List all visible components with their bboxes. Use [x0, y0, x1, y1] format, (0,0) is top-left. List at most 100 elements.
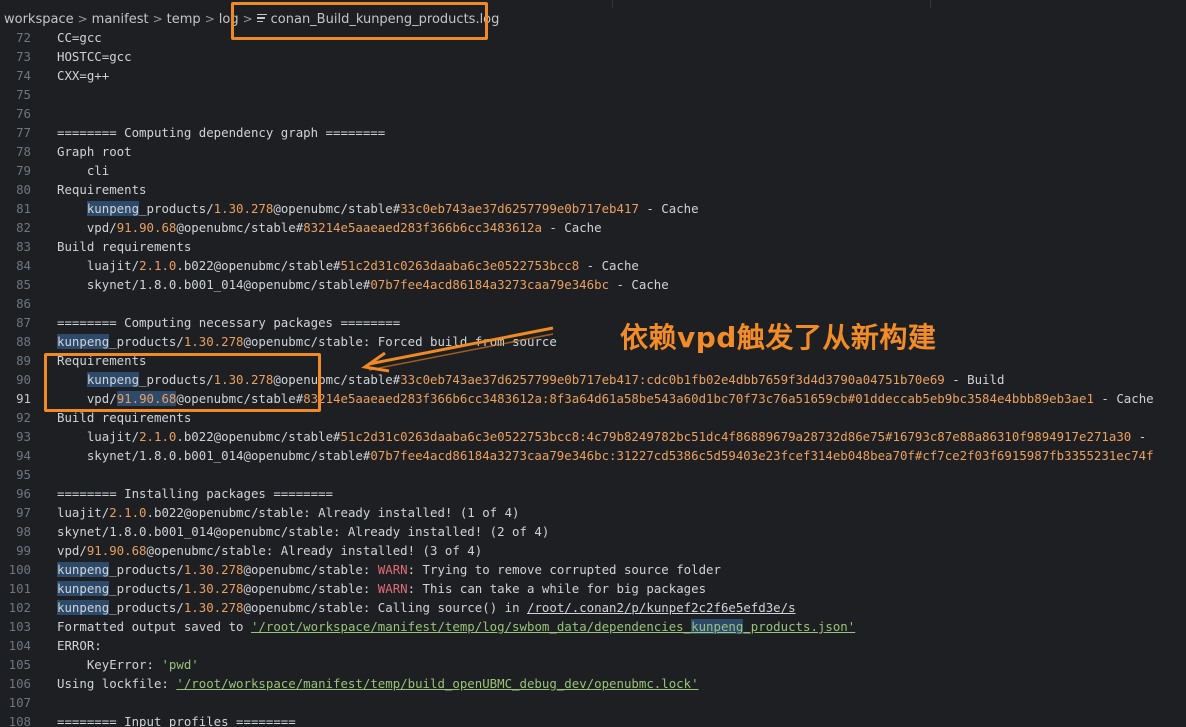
- code-token: '/root/workspace/manifest/temp/build_ope…: [176, 676, 699, 691]
- code-token: - Cache: [638, 201, 699, 216]
- code-line[interactable]: 81 kunpeng_products/1.30.278@openubmc/st…: [0, 199, 1186, 218]
- code-line[interactable]: 102 kunpeng_products/1.30.278@openubmc/st…: [0, 598, 1186, 617]
- breadcrumb-separator: >: [204, 12, 215, 26]
- line-text: luajit/2.1.0.b022@openubmc/stable#51c2d3…: [57, 427, 1146, 446]
- code-line[interactable]: 82 vpd/91.90.68@openubmc/stable#83214e5a…: [0, 218, 1186, 237]
- code-line[interactable]: 84 luajit/2.1.0.b022@openubmc/stable#51c…: [0, 256, 1186, 275]
- line-text: cli: [57, 161, 109, 180]
- code-line[interactable]: 75: [0, 85, 1186, 104]
- code-line[interactable]: 98 skynet/1.8.0.b001_014@openubmc/stable:…: [0, 522, 1186, 541]
- code-line[interactable]: 103 Formatted output saved to '/root/work…: [0, 617, 1186, 636]
- line-text: ======== Computing necessary packages ==…: [57, 313, 400, 332]
- annotation-arrow: [361, 326, 554, 373]
- line-number: 84: [16, 258, 31, 273]
- breadcrumb-workspace[interactable]: workspace: [4, 12, 74, 27]
- line-number: 108: [8, 714, 31, 727]
- code-token: @openubmc/stable#: [176, 220, 304, 235]
- code-line[interactable]: 93 luajit/2.1.0.b022@openubmc/stable#51c…: [0, 427, 1186, 446]
- line-number: 106: [8, 676, 31, 691]
- code-token: .b022@openubmc/stable: Already installed…: [146, 505, 520, 520]
- code-line[interactable]: 77 ======== Computing dependency graph ==…: [0, 123, 1186, 142]
- line-text: Formatted output saved to '/root/workspa…: [57, 617, 855, 636]
- breadcrumb-temp[interactable]: temp: [167, 12, 201, 27]
- code-line[interactable]: 87 ======== Computing necessary packages …: [0, 313, 1186, 332]
- code-token: ======== Computing dependency graph ====…: [57, 125, 386, 140]
- line-number: 79: [16, 163, 31, 178]
- code-token: vpd/: [57, 220, 117, 235]
- line-text: kunpeng_products/1.30.278@openubmc/stabl…: [57, 598, 796, 617]
- line-number: 94: [16, 448, 31, 463]
- file-name-highlight-box: [231, 2, 488, 40]
- code-line[interactable]: 104 ERROR:: [0, 636, 1186, 655]
- code-token: skynet/1.8.0.b001_014@openubmc/stable#: [57, 448, 371, 463]
- code-token: '/root/workspace/manifest/temp/log/swbom…: [250, 619, 692, 634]
- code-line[interactable]: 76: [0, 104, 1186, 123]
- line-number: 80: [16, 182, 31, 197]
- breadcrumb: workspace > manifest > temp > log > cona…: [0, 9, 1186, 29]
- code-token: 51c2d31c0263daaba6c3e0522753bcc8:4c79b82…: [340, 429, 1132, 444]
- code-token: CC=gcc: [57, 30, 102, 45]
- line-text: KeyError: 'pwd': [57, 655, 199, 674]
- code-token: .b022@openubmc/stable#: [176, 429, 341, 444]
- line-text: skynet/1.8.0.b001_014@openubmc/stable#07…: [57, 446, 1154, 465]
- line-number: 85: [16, 277, 31, 292]
- requirements-highlight-box: [44, 353, 321, 412]
- line-number: 107: [8, 695, 31, 710]
- code-token: 83214e5aaeaed283f366b6cc3483612a:8f3a64d…: [303, 391, 1094, 406]
- line-text: luajit/2.1.0.b022@openubmc/stable: Alrea…: [57, 503, 520, 522]
- code-line[interactable]: 72 CC=gcc: [0, 28, 1186, 47]
- code-line[interactable]: 80 Requirements: [0, 180, 1186, 199]
- code-token: - Cache: [1093, 391, 1154, 406]
- code-line[interactable]: 105 KeyError: 'pwd': [0, 655, 1186, 674]
- line-text: kunpeng_products/1.30.278@openubmc/stabl…: [57, 199, 699, 218]
- code-line[interactable]: 78 Graph root: [0, 142, 1186, 161]
- code-line[interactable]: 97 luajit/2.1.0.b022@openubmc/stable: Alr…: [0, 503, 1186, 522]
- code-line[interactable]: 99 vpd/91.90.68@openubmc/stable: Already …: [0, 541, 1186, 560]
- code-token: 1.30.278: [213, 201, 274, 216]
- code-token: Formatted output saved to: [57, 619, 251, 634]
- line-number: 103: [8, 619, 31, 634]
- code-line[interactable]: 106 Using lockfile: '/root/workspace/mani…: [0, 674, 1186, 693]
- code-token: kunpeng: [691, 619, 744, 634]
- line-text: ======== Input profiles ========: [57, 712, 296, 727]
- code-token: - Cache: [541, 220, 602, 235]
- line-text: Requirements: [57, 180, 147, 199]
- code-token: 91.90.68: [116, 220, 177, 235]
- code-line[interactable]: 100 kunpeng_products/1.30.278@openubmc/st…: [0, 560, 1186, 579]
- line-number: 97: [16, 505, 31, 520]
- line-number: 102: [8, 600, 31, 615]
- code-line[interactable]: 96 ======== Installing packages ========: [0, 484, 1186, 503]
- code-line[interactable]: 74 CXX=g++: [0, 66, 1186, 85]
- code-token: skynet/1.8.0.b001_014@openubmc/stable: A…: [57, 524, 550, 539]
- code-token: -: [1131, 429, 1147, 444]
- line-text: luajit/2.1.0.b022@openubmc/stable#51c2d3…: [57, 256, 639, 275]
- code-line[interactable]: 83 Build requirements: [0, 237, 1186, 256]
- code-line[interactable]: 101 kunpeng_products/1.30.278@openubmc/st…: [0, 579, 1186, 598]
- line-text: Graph root: [57, 142, 132, 161]
- breadcrumb-separator: >: [77, 12, 88, 26]
- line-number: 74: [16, 68, 31, 83]
- code-line[interactable]: 95: [0, 465, 1186, 484]
- code-token: 33c0eb743ae37d6257799e0b717eb417: [400, 201, 639, 216]
- code-token: kunpeng: [57, 600, 110, 615]
- line-number: 78: [16, 144, 31, 159]
- line-number: 100: [8, 562, 31, 577]
- code-line[interactable]: 85 skynet/1.8.0.b001_014@openubmc/stable…: [0, 275, 1186, 294]
- code-line[interactable]: 86: [0, 294, 1186, 313]
- line-text: Using lockfile: '/root/workspace/manifes…: [57, 674, 699, 693]
- code-line[interactable]: 73 HOSTCC=gcc: [0, 47, 1186, 66]
- code-token: CXX=g++: [57, 68, 110, 83]
- code-line[interactable]: 107: [0, 693, 1186, 712]
- line-text: kunpeng_products/1.30.278@openubmc/stabl…: [57, 579, 706, 598]
- line-number: 88: [16, 334, 31, 349]
- breadcrumb-separator: >: [152, 12, 163, 26]
- line-number: 89: [16, 353, 31, 368]
- code-line[interactable]: 79 cli: [0, 161, 1186, 180]
- tab-strip: [0, 0, 1186, 9]
- code-line[interactable]: 94 skynet/1.8.0.b001_014@openubmc/stable…: [0, 446, 1186, 465]
- code-line[interactable]: 88 kunpeng_products/1.30.278@openubmc/sta…: [0, 332, 1186, 351]
- breadcrumb-manifest[interactable]: manifest: [92, 12, 149, 27]
- code-token: /root/.conan2/p/kunpef2c2f6e5efd3e/s: [527, 600, 796, 615]
- code-line[interactable]: 108 ======== Input profiles ========: [0, 712, 1186, 727]
- line-number: 105: [8, 657, 31, 672]
